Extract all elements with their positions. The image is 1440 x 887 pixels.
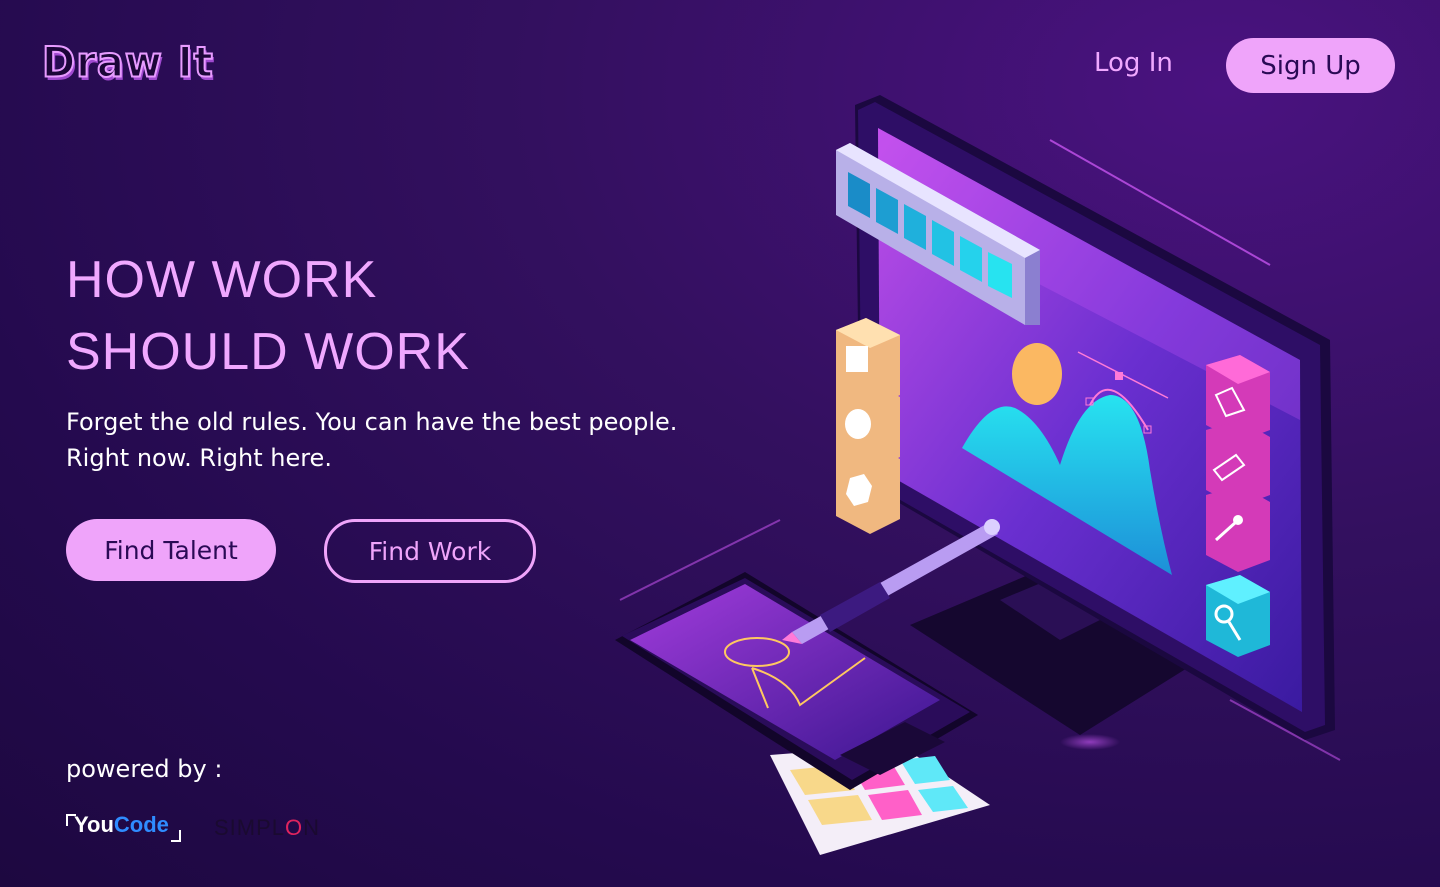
hero-subtitle: Forget the old rules. You can have the b… [66,404,677,476]
design-workstation-illustration [615,95,1341,855]
youcode-logo-you: You [74,812,114,837]
find-talent-button[interactable]: Find Talent [66,519,276,581]
shape-tools-left [836,318,900,534]
simplon-logo-part1: SIMPL [214,815,286,840]
brand-logo[interactable]: Draw It [41,38,214,88]
tools-right [1206,355,1270,657]
simplon-logo[interactable]: SIMPLON [214,815,320,841]
powered-by-label: powered by : [66,755,223,783]
simplon-logo-o: O [285,815,304,840]
hero-subtitle-line2: Right now. Right here. [66,444,332,472]
simplon-logo-part2: N [303,815,321,840]
hero-title-line2: SHOULD WORK [66,323,470,381]
signup-button[interactable]: Sign Up [1226,38,1395,93]
hero-title: HOW WORK SHOULD WORK [66,244,470,388]
login-link[interactable]: Log In [1094,48,1173,78]
youcode-logo-code: Code [113,812,169,837]
hero-title-line1: HOW WORK [66,251,378,309]
square-icon [846,346,868,372]
circle-icon [845,409,871,439]
find-work-button[interactable]: Find Work [324,519,536,583]
youcode-logo[interactable]: YouCode [66,812,181,842]
hero-subtitle-line1: Forget the old rules. You can have the b… [66,408,678,436]
sun-shape [1012,343,1062,405]
